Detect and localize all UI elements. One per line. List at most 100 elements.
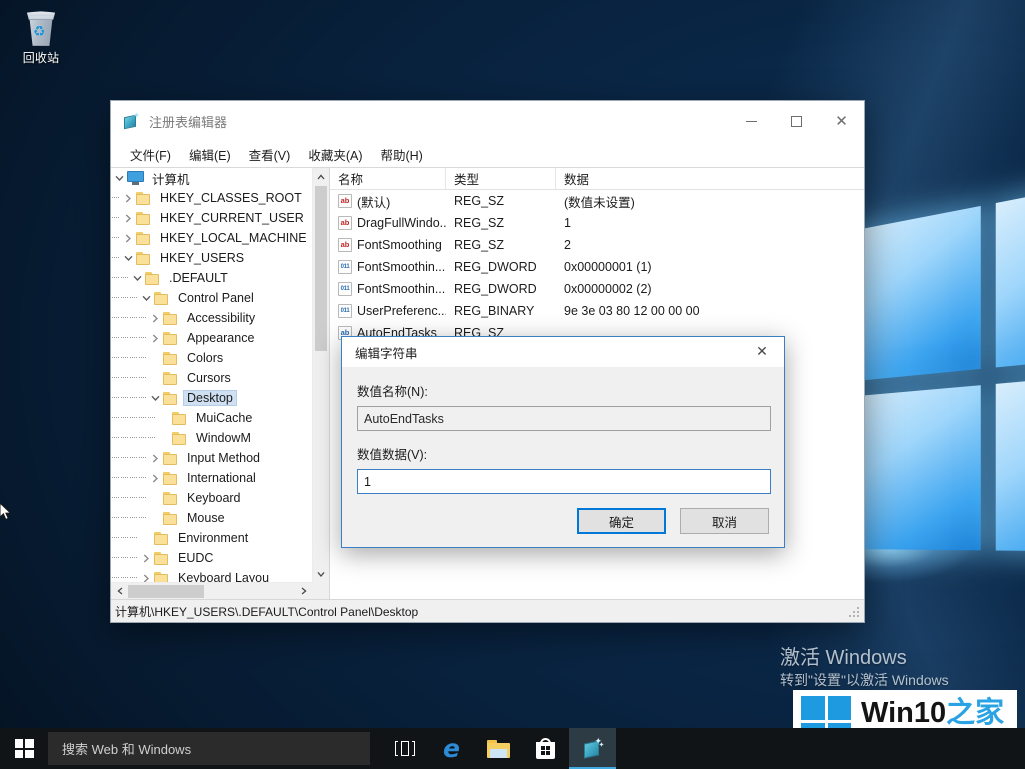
menu-bar[interactable]: 文件(F) 编辑(E) 查看(V) 收藏夹(A) 帮助(H) bbox=[111, 142, 864, 168]
chevron-right-icon[interactable] bbox=[147, 468, 163, 488]
value-row[interactable]: 011100 FontSmoothin... REG_DWORD 0x00000002… bbox=[330, 278, 864, 300]
chevron-right-icon[interactable] bbox=[147, 308, 163, 328]
menu-item-file[interactable]: 文件(F) bbox=[121, 142, 180, 167]
tree-node[interactable]: 计算机 bbox=[111, 168, 312, 188]
chevron-down-icon[interactable] bbox=[129, 268, 145, 288]
column-header-name[interactable]: 名称 bbox=[330, 168, 446, 189]
start-button[interactable] bbox=[0, 728, 48, 769]
values-column-headers[interactable]: 名称 类型 数据 bbox=[330, 168, 864, 190]
tree-node[interactable]: Colors bbox=[111, 348, 312, 368]
activation-watermark-subtitle: 转到"设置"以激活 Windows bbox=[780, 672, 949, 689]
taskbar-edge-button[interactable]: e bbox=[428, 728, 475, 769]
tree-vertical-scrollbar[interactable] bbox=[312, 168, 329, 582]
tree-node[interactable]: Keyboard Layou bbox=[111, 568, 312, 582]
tree-node[interactable]: HKEY_USERS bbox=[111, 248, 312, 268]
menu-item-favorites[interactable]: 收藏夹(A) bbox=[299, 142, 371, 167]
ok-button[interactable]: 确定 bbox=[577, 508, 666, 534]
chevron-down-icon[interactable] bbox=[120, 248, 136, 268]
scroll-left-button[interactable] bbox=[111, 583, 128, 600]
dialog-titlebar[interactable]: 编辑字符串 ✕ bbox=[342, 337, 784, 367]
tree-node[interactable]: Keyboard bbox=[111, 488, 312, 508]
chevron-right-icon[interactable] bbox=[120, 188, 136, 208]
tree-node[interactable]: Accessibility bbox=[111, 308, 312, 328]
tree-node[interactable]: Mouse bbox=[111, 508, 312, 528]
chevron-down-icon[interactable] bbox=[111, 168, 127, 188]
tree-node[interactable]: HKEY_CURRENT_USER bbox=[111, 208, 312, 228]
taskbar[interactable]: 搜索 Web 和 Windows e ✦ ✦ bbox=[0, 728, 1025, 769]
tree-node-label: 计算机 bbox=[152, 172, 190, 187]
activation-watermark-title: 激活 Windows bbox=[780, 647, 907, 669]
window-controls[interactable]: ✕ bbox=[729, 101, 864, 142]
maximize-button[interactable] bbox=[774, 101, 819, 142]
values-list[interactable]: ab (默认) REG_SZ (数值未设置) ab DragFullWindo... REG… bbox=[330, 190, 864, 344]
value-name-input[interactable] bbox=[357, 406, 771, 431]
taskbar-file-explorer-button[interactable] bbox=[475, 728, 522, 769]
tree-indent-guide bbox=[120, 448, 129, 468]
value-data-input[interactable] bbox=[357, 469, 771, 494]
tree-node[interactable]: Input Method bbox=[111, 448, 312, 468]
dialog-close-button[interactable]: ✕ bbox=[740, 337, 784, 367]
value-row[interactable]: ab DragFullWindo... REG_SZ 1 bbox=[330, 212, 864, 234]
scroll-down-button[interactable] bbox=[313, 565, 329, 582]
tree-node[interactable]: Environment bbox=[111, 528, 312, 548]
scroll-up-button[interactable] bbox=[313, 168, 329, 185]
registry-tree[interactable]: 计算机 HKEY_CLASSES_ROOT HKEY_CURRENT_USER HKE… bbox=[111, 168, 312, 582]
tree-node-label: Control Panel bbox=[178, 291, 254, 305]
menu-item-view[interactable]: 查看(V) bbox=[240, 142, 300, 167]
tree-node[interactable]: WindowM bbox=[111, 428, 312, 448]
tree-node[interactable]: Cursors bbox=[111, 368, 312, 388]
desktop[interactable]: ♻ 回收站 ✦ 注册表编辑器 ✕ 文件(F) 编辑(E) 查看(V) 收藏夹(A… bbox=[0, 0, 1025, 769]
tree-node[interactable]: Desktop bbox=[111, 388, 312, 408]
value-row[interactable]: ab FontSmoothing REG_SZ 2 bbox=[330, 234, 864, 256]
menu-item-edit[interactable]: 编辑(E) bbox=[180, 142, 240, 167]
tree-node[interactable]: MuiCache bbox=[111, 408, 312, 428]
registry-tree-pane[interactable]: 计算机 HKEY_CLASSES_ROOT HKEY_CURRENT_USER HKE… bbox=[111, 168, 330, 599]
chevron-right-icon[interactable] bbox=[147, 448, 163, 468]
value-name-cell: 011100 UserPreferenc... bbox=[330, 304, 446, 318]
taskbar-registry-editor-button[interactable]: ✦ ✦ bbox=[569, 728, 616, 769]
tree-hscroll-track[interactable] bbox=[128, 583, 295, 600]
dialog-buttons[interactable]: 确定 取消 bbox=[577, 508, 769, 534]
value-row[interactable]: 011100 FontSmoothin... REG_DWORD 0x00000001… bbox=[330, 256, 864, 278]
desktop-icon-recycle-bin[interactable]: ♻ 回收站 bbox=[6, 6, 76, 76]
taskbar-store-button[interactable] bbox=[522, 728, 569, 769]
taskbar-icon-group[interactable]: e ✦ ✦ bbox=[381, 728, 616, 769]
chevron-right-icon[interactable] bbox=[147, 328, 163, 348]
tree-hscroll-thumb[interactable] bbox=[128, 584, 204, 598]
close-button[interactable]: ✕ bbox=[819, 101, 864, 142]
tree-node[interactable]: Appearance bbox=[111, 328, 312, 348]
tree-vscroll-thumb[interactable] bbox=[315, 186, 327, 351]
menu-item-help[interactable]: 帮助(H) bbox=[371, 142, 431, 167]
chevron-down-icon[interactable] bbox=[138, 288, 154, 308]
edit-string-dialog[interactable]: 编辑字符串 ✕ 数值名称(N): 数值数据(V): 确定 取消 bbox=[341, 336, 785, 548]
folder-icon bbox=[163, 331, 179, 345]
column-header-data[interactable]: 数据 bbox=[556, 168, 864, 189]
chevron-right-icon[interactable] bbox=[120, 228, 136, 248]
tree-node[interactable]: .DEFAULT bbox=[111, 268, 312, 288]
tree-node[interactable]: EUDC bbox=[111, 548, 312, 568]
column-header-type[interactable]: 类型 bbox=[446, 168, 556, 189]
cancel-button[interactable]: 取消 bbox=[680, 508, 769, 534]
taskbar-search-box[interactable]: 搜索 Web 和 Windows bbox=[48, 732, 370, 765]
tree-node[interactable]: Control Panel bbox=[111, 288, 312, 308]
scroll-right-button[interactable] bbox=[295, 583, 312, 600]
tree-node[interactable]: International bbox=[111, 468, 312, 488]
tree-indent-guide bbox=[111, 548, 120, 568]
value-row[interactable]: ab (默认) REG_SZ (数值未设置) bbox=[330, 190, 864, 212]
window-titlebar[interactable]: ✦ 注册表编辑器 ✕ bbox=[111, 101, 864, 142]
taskbar-task-view-button[interactable] bbox=[381, 728, 428, 769]
minimize-button[interactable] bbox=[729, 101, 774, 142]
store-bag-icon bbox=[536, 738, 555, 759]
chevron-down-icon[interactable] bbox=[147, 388, 163, 408]
tree-node[interactable]: HKEY_CLASSES_ROOT bbox=[111, 188, 312, 208]
tree-node-label: Cursors bbox=[187, 371, 231, 385]
tree-node[interactable]: HKEY_LOCAL_MACHINE bbox=[111, 228, 312, 248]
chevron-right-icon[interactable] bbox=[138, 568, 154, 582]
tree-horizontal-scrollbar[interactable] bbox=[111, 582, 312, 599]
chevron-right-icon[interactable] bbox=[120, 208, 136, 228]
windows-start-icon bbox=[14, 739, 34, 758]
value-row[interactable]: 011100 UserPreferenc... REG_BINARY 9e 3e 03… bbox=[330, 300, 864, 322]
resize-grip[interactable] bbox=[849, 607, 861, 619]
tree-indent-guide bbox=[129, 488, 138, 508]
chevron-right-icon[interactable] bbox=[138, 548, 154, 568]
